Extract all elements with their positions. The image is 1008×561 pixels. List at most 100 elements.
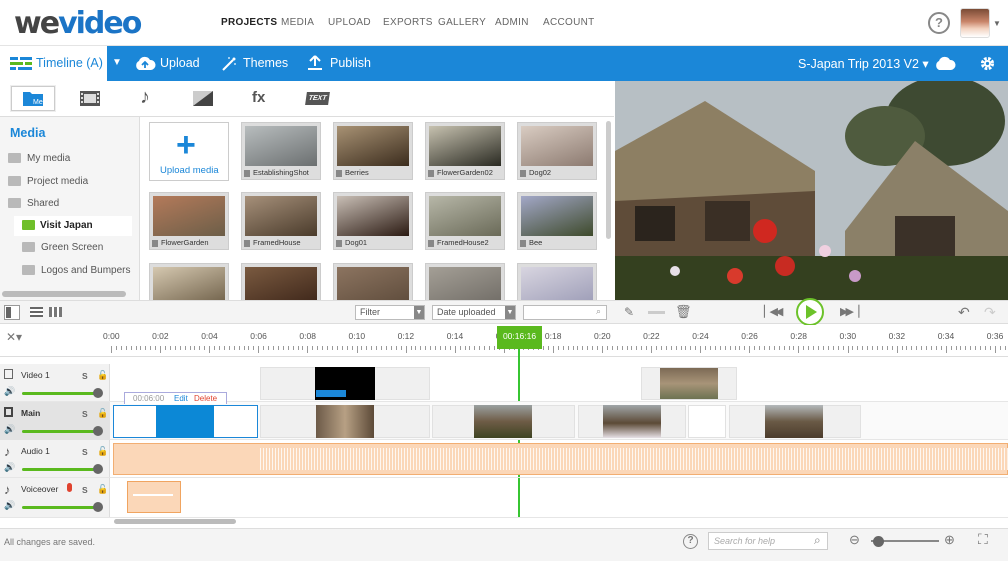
- folder-my-media[interactable]: My media: [8, 149, 138, 169]
- folder-logos-bumpers[interactable]: Logos and Bumpers: [22, 261, 140, 281]
- sort-dropdown[interactable]: Date uploaded ▼: [432, 305, 516, 320]
- nav-exports[interactable]: EXPORTS: [383, 17, 433, 28]
- undo-icon[interactable]: ↶: [958, 304, 970, 321]
- record-mic-icon[interactable]: [67, 483, 72, 492]
- volume-icon[interactable]: 🔊: [4, 424, 15, 435]
- volume-slider-handle[interactable]: [93, 464, 103, 474]
- chevron-down-icon: ▼: [414, 306, 424, 319]
- folder-green-screen[interactable]: Green Screen: [22, 238, 132, 258]
- nav-admin[interactable]: ADMIN: [495, 17, 529, 28]
- volume-slider-handle[interactable]: [93, 388, 103, 398]
- sidebar-scrollbar[interactable]: [2, 291, 126, 297]
- upload-button[interactable]: Upload: [160, 56, 200, 70]
- media-thumbnail[interactable]: Berries: [333, 122, 413, 180]
- media-thumbnail[interactable]: EstablishingShot: [241, 122, 321, 180]
- themes-button[interactable]: Themes: [243, 56, 288, 70]
- trash-icon[interactable]: 🗑: [675, 304, 692, 320]
- folder-project-media[interactable]: Project media: [8, 172, 138, 192]
- solo-button[interactable]: S: [82, 371, 88, 381]
- volume-icon[interactable]: 🔊: [4, 500, 15, 511]
- help-icon[interactable]: ?: [928, 12, 950, 34]
- music-note-icon[interactable]: ♪: [140, 86, 150, 109]
- help-icon[interactable]: ?: [683, 534, 698, 549]
- media-thumbnail[interactable]: Bee: [517, 192, 597, 250]
- nav-upload[interactable]: UPLOAD: [328, 17, 371, 28]
- playhead-time[interactable]: 00:16:16: [497, 326, 542, 349]
- folder-icon: [8, 153, 21, 163]
- help-search-input[interactable]: Search for help: [708, 532, 828, 550]
- media-thumbnail[interactable]: Dog02: [517, 122, 597, 180]
- transition-icon[interactable]: [193, 91, 213, 106]
- cloud-icon[interactable]: [934, 55, 957, 71]
- ruler-tick: [660, 346, 662, 350]
- redo-icon[interactable]: ↷: [984, 304, 996, 321]
- volume-slider[interactable]: [22, 506, 98, 509]
- ruler-tick: [258, 346, 260, 353]
- volume-slider[interactable]: [22, 430, 98, 433]
- timeline-dropdown-icon[interactable]: ▼: [112, 57, 122, 68]
- ruler-tick: [651, 346, 653, 353]
- clip-delete-link[interactable]: Delete: [194, 394, 217, 403]
- lock-icon[interactable]: 🔓: [97, 408, 108, 419]
- search-icon[interactable]: ⌕: [814, 533, 821, 548]
- solo-button[interactable]: S: [82, 485, 88, 495]
- zoom-in-icon[interactable]: ⊕: [944, 532, 955, 548]
- grid-view-icon[interactable]: [49, 307, 62, 317]
- volume-slider-handle[interactable]: [93, 426, 103, 436]
- media-grid-scrollbar[interactable]: [606, 121, 611, 239]
- zoom-out-icon[interactable]: ⊖: [849, 532, 860, 548]
- film-icon[interactable]: [80, 91, 100, 106]
- fullscreen-icon[interactable]: ⛶: [978, 531, 988, 548]
- pencil-icon[interactable]: ✎: [624, 305, 634, 319]
- skip-forward-icon[interactable]: ▶▶▕: [840, 305, 859, 318]
- ruler-tick: [297, 346, 299, 350]
- folder-shared[interactable]: Shared: [8, 194, 138, 214]
- nav-gallery[interactable]: GALLERY: [438, 17, 486, 28]
- media-search-input[interactable]: ⌕: [523, 305, 607, 320]
- chevron-down-icon[interactable]: ▼: [993, 19, 1001, 28]
- tools-icon[interactable]: ✕▾: [6, 330, 22, 344]
- ruler-tick: [597, 346, 599, 350]
- media-thumbnail[interactable]: FlowerGarden02: [425, 122, 505, 180]
- split-icon[interactable]: [648, 311, 665, 314]
- video-preview[interactable]: [615, 81, 1008, 300]
- main-clip[interactable]: [688, 405, 726, 438]
- nav-account[interactable]: ACCOUNT: [543, 17, 595, 28]
- publish-button[interactable]: Publish: [330, 56, 371, 70]
- gear-icon[interactable]: [979, 55, 996, 72]
- folder-visit-japan[interactable]: Visit Japan: [14, 216, 132, 236]
- ruler-tick: [268, 346, 270, 350]
- nav-projects[interactable]: PROJECTS: [221, 17, 277, 28]
- timeline-scrollbar[interactable]: [114, 519, 236, 524]
- volume-icon[interactable]: 🔊: [4, 462, 15, 473]
- nav-media[interactable]: MEDIA: [281, 17, 314, 28]
- lock-icon[interactable]: 🔓: [97, 484, 108, 495]
- volume-slider[interactable]: [22, 468, 98, 471]
- avatar[interactable]: [960, 8, 990, 38]
- filter-dropdown[interactable]: Filter ▼: [355, 305, 425, 320]
- list-view-icon[interactable]: [30, 307, 43, 317]
- ruler-tick: [356, 346, 358, 353]
- clip-edit-link[interactable]: Edit: [174, 394, 188, 403]
- media-thumbnail[interactable]: FramedHouse2: [425, 192, 505, 250]
- volume-slider[interactable]: [22, 392, 98, 395]
- volume-icon[interactable]: 🔊: [4, 386, 15, 397]
- voiceover-clip[interactable]: [127, 481, 181, 513]
- media-thumbnail[interactable]: Dog01: [333, 192, 413, 250]
- solo-button[interactable]: S: [82, 447, 88, 457]
- text-icon[interactable]: TEXT: [305, 92, 330, 105]
- media-thumbnail[interactable]: FramedHouse: [241, 192, 321, 250]
- media-thumbnail[interactable]: FlowerGarden: [149, 192, 229, 250]
- lock-icon[interactable]: 🔓: [97, 370, 108, 381]
- fx-icon[interactable]: fx: [252, 89, 265, 106]
- lock-icon[interactable]: 🔓: [97, 446, 108, 457]
- project-title-dropdown[interactable]: S-Japan Trip 2013 V2 ▾: [798, 56, 929, 71]
- collapse-panel-icon[interactable]: [4, 305, 20, 320]
- filter-label: Filter: [360, 307, 380, 317]
- zoom-slider-handle[interactable]: [873, 536, 884, 547]
- wevideo-logo[interactable]: wevideo: [14, 6, 142, 41]
- solo-button[interactable]: S: [82, 409, 88, 419]
- skip-back-icon[interactable]: ▏◀◀: [764, 305, 783, 318]
- volume-slider-handle[interactable]: [93, 502, 103, 512]
- ruler-tick: [567, 346, 569, 350]
